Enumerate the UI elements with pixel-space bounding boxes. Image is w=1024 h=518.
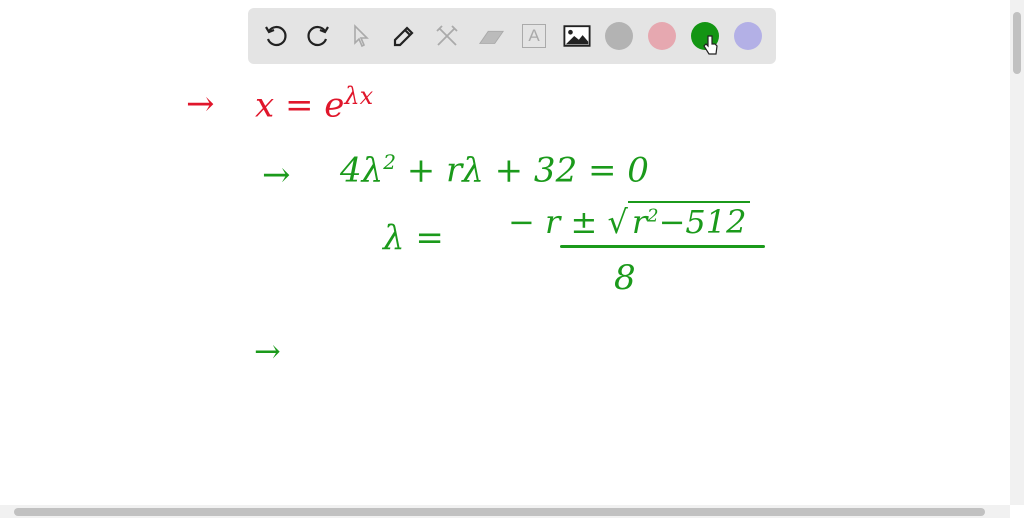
hand-cursor-icon (703, 34, 719, 56)
select-pointer-icon[interactable] (347, 22, 375, 50)
equation-x-equals-e: x = eλx (255, 82, 373, 125)
eraser-icon[interactable] (477, 22, 505, 50)
lambda-equals: λ = (383, 218, 444, 258)
exponent: λx (344, 82, 374, 110)
exponent: 2 (383, 150, 396, 174)
green-arrow-2: → (254, 332, 281, 370)
text-tool-icon[interactable]: A (520, 22, 548, 50)
horizontal-scroll-thumb[interactable] (14, 508, 985, 516)
num-c: −512 (658, 203, 747, 241)
exponent: 2 (647, 205, 659, 227)
num-a: − r ± (508, 203, 598, 241)
red-arrow: → (186, 84, 215, 124)
rest: + rλ + 32 = 0 (406, 150, 649, 191)
fraction-bar (560, 245, 765, 248)
redo-icon[interactable] (304, 22, 332, 50)
sqrt-radicand: r2−512 (627, 201, 751, 241)
characteristic-equation: 4λ2 + rλ + 32 = 0 (340, 150, 649, 190)
expr: x = e (255, 85, 345, 126)
vertical-scroll-thumb[interactable] (1013, 12, 1021, 74)
image-icon[interactable] (563, 22, 591, 50)
color-gray-swatch[interactable] (605, 22, 633, 50)
sqrt-sign: √ (607, 203, 628, 241)
r: r (631, 203, 648, 241)
pen-icon[interactable] (390, 22, 418, 50)
vertical-scrollbar[interactable] (1010, 0, 1024, 505)
color-pink-swatch[interactable] (648, 22, 676, 50)
green-arrow-1: → (262, 155, 291, 195)
horizontal-scrollbar[interactable] (0, 505, 1010, 518)
color-lavender-swatch[interactable] (734, 22, 762, 50)
denominator: 8 (614, 258, 636, 298)
expr: 4λ (340, 150, 384, 191)
undo-icon[interactable] (262, 22, 290, 50)
tools-icon[interactable] (433, 22, 461, 50)
numerator: − r ± √ r2−512 (508, 201, 751, 241)
drawing-toolbar: A (248, 8, 776, 64)
